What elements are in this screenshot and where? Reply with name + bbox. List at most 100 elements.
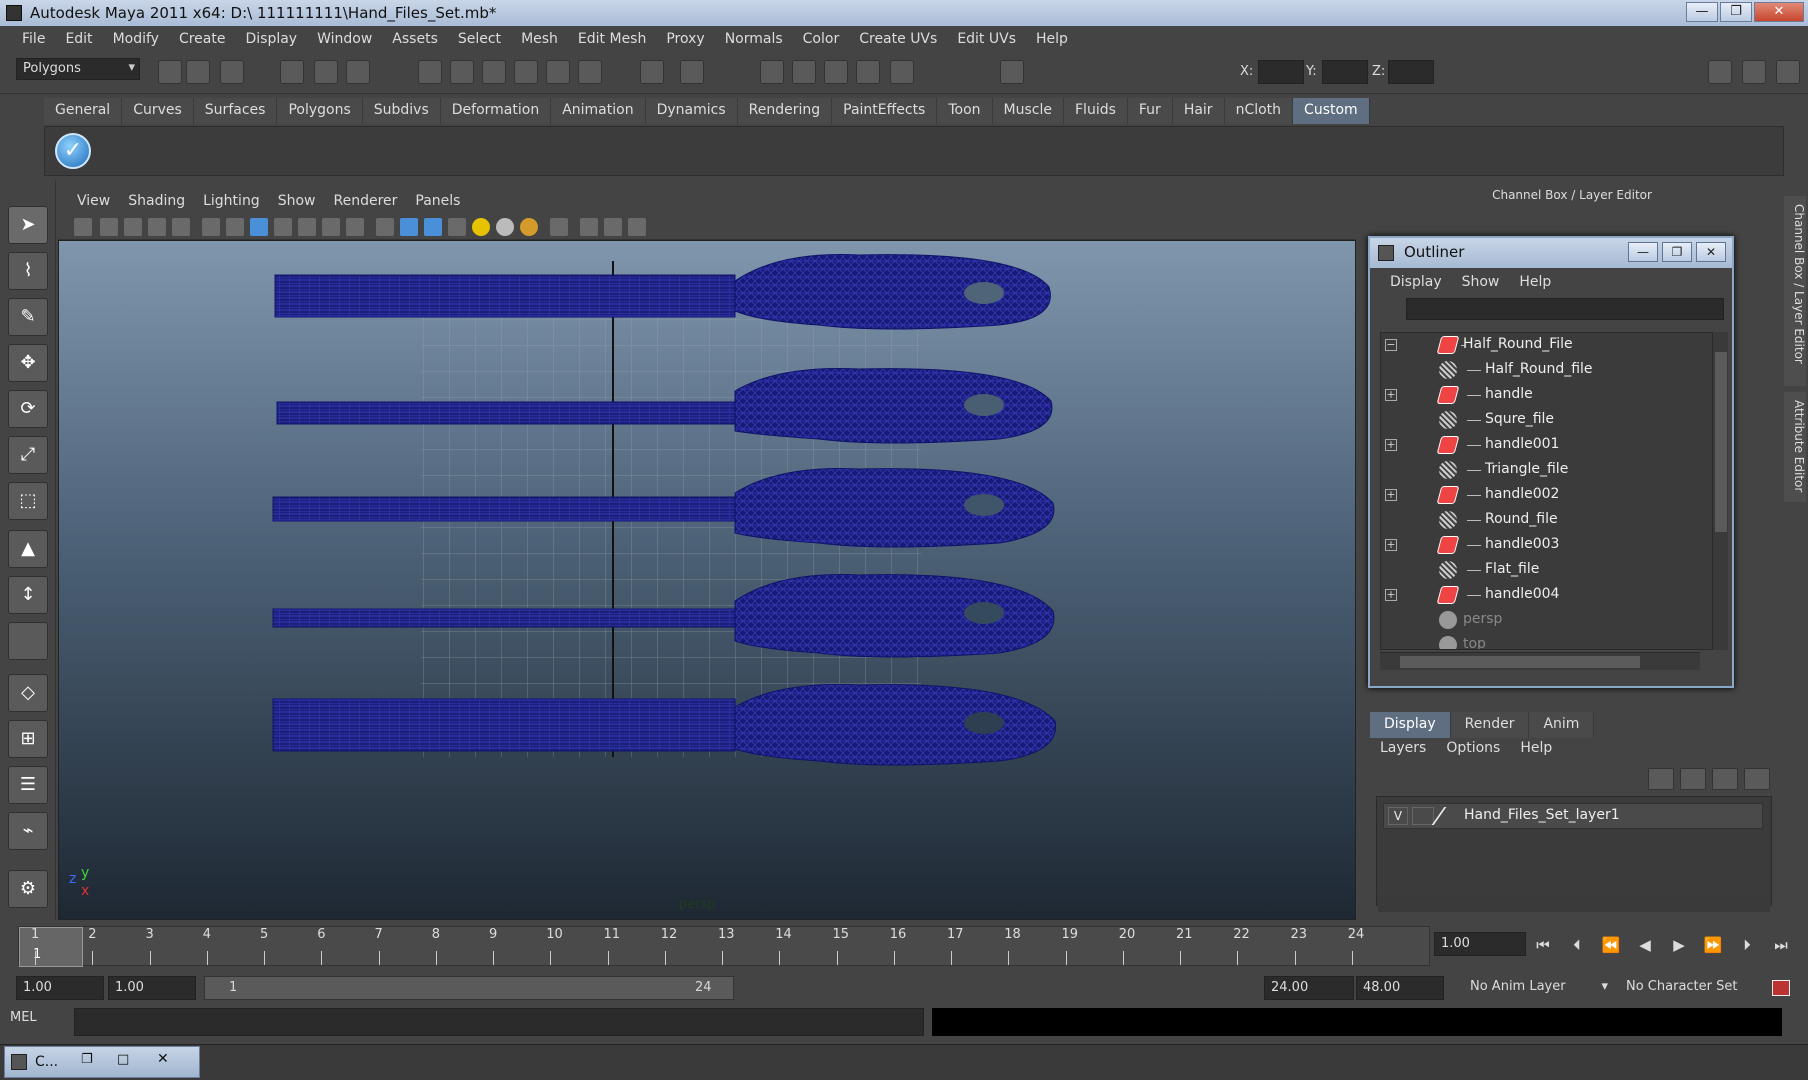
show-tool-settings-icon[interactable] bbox=[1742, 60, 1766, 84]
transform-mode-icon[interactable] bbox=[1000, 60, 1024, 84]
animation-start-time-field[interactable]: 1.00 bbox=[16, 976, 104, 1000]
outliner-item[interactable]: + handle001 bbox=[1381, 433, 1717, 458]
open-scene-icon[interactable] bbox=[186, 60, 210, 84]
restore-window-icon[interactable]: ❐ bbox=[81, 1052, 93, 1067]
menu-mesh[interactable]: Mesh bbox=[511, 31, 568, 47]
snap-grid-icon[interactable] bbox=[418, 60, 442, 84]
viewport-menu-panels[interactable]: Panels bbox=[406, 193, 469, 209]
outliner-item[interactable]: Half_Round_file bbox=[1381, 358, 1717, 383]
shadows-icon[interactable] bbox=[520, 218, 538, 236]
outliner-menu-help[interactable]: Help bbox=[1509, 274, 1561, 290]
outliner-layout-icon[interactable]: ☰ bbox=[8, 766, 48, 804]
render-settings-icon[interactable] bbox=[824, 60, 848, 84]
isolate-select-icon[interactable] bbox=[550, 218, 568, 236]
layer-menu-layers[interactable]: Layers bbox=[1370, 740, 1436, 764]
input-ops-icon[interactable] bbox=[680, 60, 704, 84]
tab-dynamics[interactable]: Dynamics bbox=[645, 98, 738, 124]
outliner-horizontal-scrollbar[interactable] bbox=[1380, 652, 1700, 670]
textured-icon[interactable] bbox=[448, 218, 466, 236]
maximize-window-icon[interactable]: □ bbox=[117, 1052, 129, 1067]
tab-rendering[interactable]: Rendering bbox=[737, 98, 833, 124]
expand-icon[interactable]: + bbox=[1385, 539, 1397, 551]
snap-point-icon[interactable] bbox=[482, 60, 506, 84]
outliner-item[interactable]: top bbox=[1381, 633, 1717, 649]
wireframe-shading-icon[interactable] bbox=[376, 218, 394, 236]
tab-curves[interactable]: Curves bbox=[122, 98, 194, 124]
step-back-key-icon[interactable]: ⏪ bbox=[1598, 934, 1624, 956]
play-backwards-icon[interactable]: ◀ bbox=[1632, 934, 1658, 956]
construction-history-icon[interactable] bbox=[578, 60, 602, 84]
auto-key-icon[interactable] bbox=[1772, 980, 1790, 996]
layer-color-swatch-icon[interactable] bbox=[1431, 807, 1463, 825]
select-camera-icon[interactable] bbox=[74, 218, 92, 236]
menu-edit[interactable]: Edit bbox=[55, 31, 102, 47]
single-perspective-layout-icon[interactable]: ◇ bbox=[8, 674, 48, 712]
viewport-menu-lighting[interactable]: Lighting bbox=[194, 193, 269, 209]
perspective-viewport[interactable]: z y x persp bbox=[58, 240, 1356, 920]
go-to-end-icon[interactable]: ⏭ bbox=[1768, 934, 1794, 956]
tab-painteffects[interactable]: PaintEffects bbox=[832, 98, 938, 124]
outliner-item[interactable]: − Half_Round_File bbox=[1381, 333, 1717, 358]
paint-select-icon[interactable]: ✎ bbox=[8, 298, 48, 336]
create-layer-from-selected-icon[interactable] bbox=[1744, 768, 1770, 790]
maximize-button[interactable]: ❐ bbox=[1720, 2, 1752, 22]
menu-window[interactable]: Window bbox=[307, 31, 382, 47]
outliner-item[interactable]: Round_file bbox=[1381, 508, 1717, 533]
menu-modify[interactable]: Modify bbox=[103, 31, 169, 47]
close-button[interactable]: ✕ bbox=[1754, 2, 1804, 22]
image-plane-icon[interactable] bbox=[148, 218, 166, 236]
tab-deformation[interactable]: Deformation bbox=[440, 98, 552, 124]
play-forwards-icon[interactable]: ▶ bbox=[1666, 934, 1692, 956]
tab-fluids[interactable]: Fluids bbox=[1064, 98, 1128, 124]
command-input[interactable] bbox=[74, 1008, 924, 1036]
field-chart-icon[interactable] bbox=[298, 218, 316, 236]
grease-pencil-icon[interactable] bbox=[172, 218, 190, 236]
render-view-icon[interactable] bbox=[890, 60, 914, 84]
x-field[interactable] bbox=[1258, 60, 1304, 84]
tab-surfaces[interactable]: Surfaces bbox=[193, 98, 278, 124]
select-object-icon[interactable] bbox=[314, 60, 338, 84]
tab-custom[interactable]: Custom bbox=[1293, 98, 1370, 124]
outliner-close-button[interactable]: ✕ bbox=[1696, 242, 1726, 262]
smooth-shading-icon[interactable] bbox=[400, 218, 418, 236]
tab-render-layers[interactable]: Render bbox=[1450, 712, 1530, 738]
expand-icon[interactable]: + bbox=[1385, 489, 1397, 501]
xray-joints-icon[interactable] bbox=[604, 218, 622, 236]
playback-start-time-field[interactable]: 1.00 bbox=[108, 976, 196, 1000]
channel-box-side-tab[interactable]: Channel Box / Layer Editor bbox=[1784, 196, 1806, 386]
menu-help[interactable]: Help bbox=[1026, 31, 1078, 47]
y-field[interactable] bbox=[1322, 60, 1368, 84]
four-view-layout-icon[interactable]: ⊞ bbox=[8, 720, 48, 758]
viewport-menu-view[interactable]: View bbox=[68, 193, 119, 209]
menu-create-uvs[interactable]: Create UVs bbox=[849, 31, 947, 47]
layer-row[interactable]: V Hand_Files_Set_layer1 bbox=[1383, 803, 1763, 829]
select-tool-icon[interactable]: ➤ bbox=[8, 206, 48, 244]
move-layer-up-icon[interactable] bbox=[1648, 768, 1674, 790]
range-slider-track[interactable] bbox=[734, 976, 1260, 1000]
tab-hair[interactable]: Hair bbox=[1172, 98, 1225, 124]
layer-horizontal-scrollbar[interactable] bbox=[1378, 894, 1770, 912]
checkmark-shelf-icon[interactable]: ✓ bbox=[55, 133, 91, 169]
film-gate-icon[interactable] bbox=[226, 218, 244, 236]
command-language-label[interactable]: MEL bbox=[10, 1010, 37, 1025]
hypershade-icon[interactable] bbox=[856, 60, 880, 84]
step-back-frame-icon[interactable]: ⏴ bbox=[1564, 934, 1590, 956]
tab-muscle[interactable]: Muscle bbox=[992, 98, 1064, 124]
outliner-minimize-button[interactable]: — bbox=[1628, 242, 1658, 262]
playback-end-time-field[interactable]: 24.00 bbox=[1264, 976, 1354, 1000]
tab-animation[interactable]: Animation bbox=[551, 98, 646, 124]
snap-plane-icon[interactable] bbox=[514, 60, 538, 84]
all-lights-icon[interactable] bbox=[496, 218, 514, 236]
safe-action-icon[interactable] bbox=[322, 218, 340, 236]
outliner-item[interactable]: persp bbox=[1381, 608, 1717, 633]
close-window-icon[interactable]: ✕ bbox=[157, 1051, 169, 1067]
layer-menu-options[interactable]: Options bbox=[1436, 740, 1510, 764]
outliner-item[interactable]: + handle003 bbox=[1381, 533, 1717, 558]
move-tool-icon[interactable]: ✥ bbox=[8, 344, 48, 382]
move-layer-down-icon[interactable] bbox=[1680, 768, 1706, 790]
grid-toggle-icon[interactable] bbox=[202, 218, 220, 236]
create-empty-layer-icon[interactable] bbox=[1712, 768, 1738, 790]
show-manipulator-icon[interactable]: ↕ bbox=[8, 576, 48, 614]
outliner-item[interactable]: Flat_file bbox=[1381, 558, 1717, 583]
animation-end-time-field[interactable]: 48.00 bbox=[1356, 976, 1444, 1000]
